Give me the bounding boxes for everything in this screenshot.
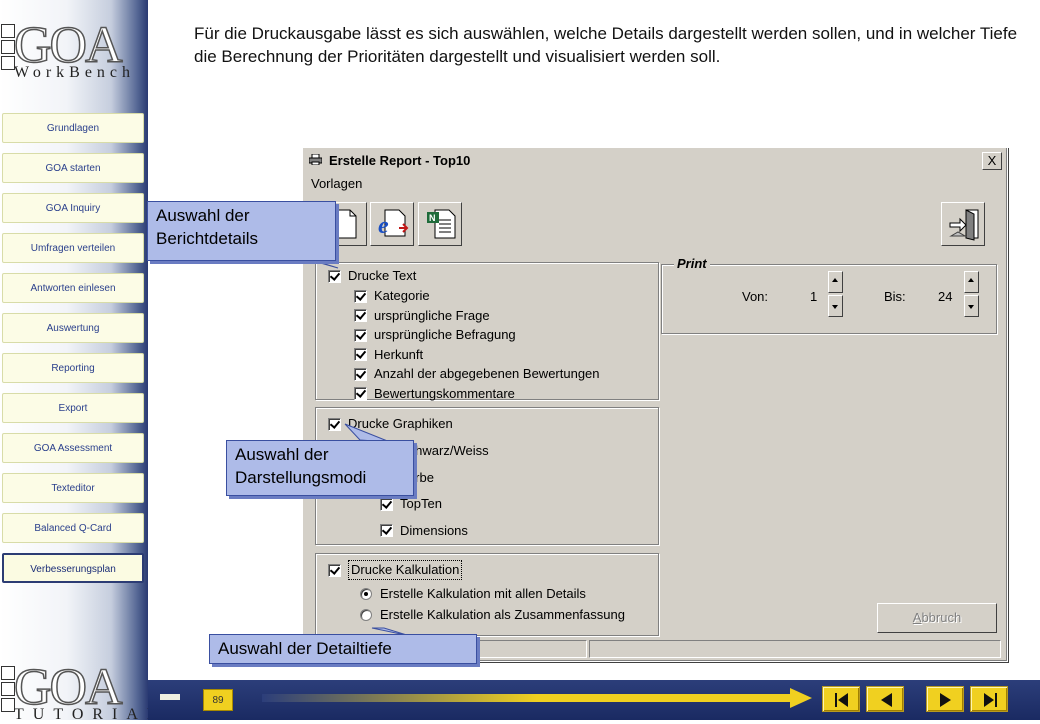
previous-page-button[interactable] bbox=[866, 686, 904, 712]
previous-page-icon bbox=[881, 693, 892, 707]
last-page-button[interactable] bbox=[970, 686, 1008, 712]
last-page-icon bbox=[984, 693, 997, 707]
progress-arrow-icon bbox=[262, 688, 812, 708]
next-page-icon bbox=[940, 693, 951, 707]
first-page-button[interactable] bbox=[822, 686, 860, 712]
first-page-icon bbox=[835, 693, 848, 707]
next-page-button[interactable] bbox=[926, 686, 964, 712]
